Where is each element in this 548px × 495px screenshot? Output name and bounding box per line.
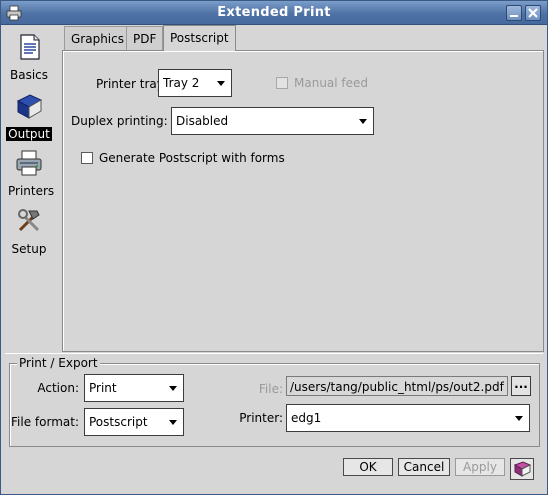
ok-button[interactable]: OK xyxy=(343,458,393,476)
nav-item-output[interactable]: Output xyxy=(6,91,52,141)
file-label: File: xyxy=(258,382,283,396)
nav-item-basics[interactable]: Basics xyxy=(6,32,52,82)
chevron-down-icon xyxy=(217,81,225,86)
extended-print-window: Extended Print Basics Output Printers Se… xyxy=(0,0,548,495)
tab-graphics[interactable]: Graphics xyxy=(64,26,131,50)
action-select[interactable]: Print xyxy=(84,374,184,402)
duplex-printing-select[interactable]: Disabled xyxy=(171,107,374,135)
help-book-icon xyxy=(513,461,532,477)
close-icon xyxy=(528,8,538,18)
minimize-icon xyxy=(510,15,518,17)
chevron-down-icon xyxy=(169,420,177,425)
printer-value: edg1 xyxy=(291,411,322,425)
printer-tray-label: Printer tray: xyxy=(96,77,167,91)
printer-label: Printer: xyxy=(239,411,283,425)
tools-icon xyxy=(18,209,40,232)
printer-icon xyxy=(16,150,42,176)
action-label: Action: xyxy=(37,381,79,395)
nav-label-basics: Basics xyxy=(9,68,49,82)
window-title: Extended Print xyxy=(217,5,331,20)
help-button[interactable] xyxy=(510,458,534,480)
nav-item-setup[interactable]: Setup xyxy=(6,206,52,256)
generate-forms-label: Generate Postscript with forms xyxy=(99,151,285,165)
nav-label-setup: Setup xyxy=(11,242,47,256)
duplex-printing-label: Duplex printing: xyxy=(71,114,168,128)
tab-postscript[interactable]: Postscript xyxy=(163,25,236,51)
printer-select[interactable]: edg1 xyxy=(286,404,530,432)
manual-feed-label: Manual feed xyxy=(294,76,369,90)
apply-button[interactable]: Apply xyxy=(455,458,505,476)
title-bar[interactable]: Extended Print xyxy=(1,1,547,25)
generate-forms-checkbox[interactable] xyxy=(81,152,93,164)
file-format-select[interactable]: Postscript xyxy=(84,408,184,436)
manual-feed-checkbox[interactable] xyxy=(276,77,288,89)
file-path-field[interactable]: /users/tang/public_html/ps/out2.pdf xyxy=(286,376,508,396)
file-path-value: /users/tang/public_html/ps/out2.pdf xyxy=(290,380,504,394)
minimize-button[interactable] xyxy=(506,5,522,21)
printer-tray-value: Tray 2 xyxy=(163,76,200,90)
file-format-label: File format: xyxy=(11,415,79,429)
book-icon xyxy=(16,94,43,119)
tab-label-postscript: Postscript xyxy=(170,31,229,45)
chevron-down-icon xyxy=(515,416,523,421)
close-button[interactable] xyxy=(525,5,541,21)
divider xyxy=(5,353,543,354)
print-export-title: Print / Export xyxy=(17,356,100,370)
postscript-tab-panel xyxy=(62,50,544,352)
action-value: Print xyxy=(89,381,117,395)
chevron-down-icon xyxy=(169,386,177,391)
tab-label-graphics: Graphics xyxy=(71,32,124,46)
duplex-printing-value: Disabled xyxy=(176,114,229,128)
nav-item-printers[interactable]: Printers xyxy=(6,148,54,198)
document-icon xyxy=(20,34,40,60)
chevron-down-icon xyxy=(359,119,367,124)
printer-tray-select[interactable]: Tray 2 xyxy=(158,69,232,97)
cancel-button[interactable]: Cancel xyxy=(398,458,450,476)
tab-label-pdf: PDF xyxy=(133,32,157,46)
nav-label-output: Output xyxy=(6,127,52,141)
nav-label-printers: Printers xyxy=(8,184,55,198)
tab-pdf[interactable]: PDF xyxy=(126,26,164,50)
browse-file-button[interactable]: ... xyxy=(511,376,531,396)
file-format-value: Postscript xyxy=(89,415,148,429)
